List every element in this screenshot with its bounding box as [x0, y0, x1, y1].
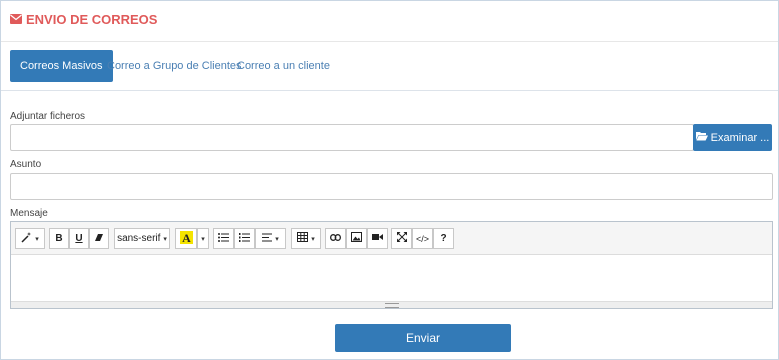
- align-left-icon: [262, 233, 273, 245]
- page-title: ENVIO DE CORREOS: [10, 12, 157, 27]
- table-button[interactable]: ▾: [291, 228, 321, 249]
- svg-text:A: A: [182, 231, 191, 244]
- table-icon: [297, 232, 309, 245]
- paragraph-align-button[interactable]: ▾: [255, 228, 286, 249]
- list-ol-icon: [239, 232, 250, 245]
- video-button[interactable]: [367, 228, 388, 249]
- browse-button-label: Examinar ...: [710, 131, 770, 144]
- folder-open-icon: [695, 131, 711, 144]
- editor-resize-bar[interactable]: [11, 301, 772, 308]
- text-color-button[interactable]: A: [175, 228, 197, 249]
- chevron-down-icon: ▾: [201, 235, 205, 243]
- font-family-label: sans-serif: [117, 233, 161, 244]
- subject-label: Asunto: [10, 159, 42, 170]
- image-button[interactable]: [346, 228, 367, 249]
- message-editor: ▾ B U sans-serif ▾ A ▾ ▾ ▾ </> ?: [10, 221, 773, 309]
- help-button[interactable]: ?: [433, 228, 454, 249]
- message-label: Mensaje: [10, 208, 48, 219]
- subject-field[interactable]: [10, 173, 773, 200]
- tab-bar: Correos Masivos Correo a Grupo de Client…: [1, 49, 778, 91]
- chevron-down-icon: ▾: [163, 235, 167, 243]
- resize-handle-icon: [385, 303, 399, 308]
- tab-correo-un-cliente[interactable]: Correo a un cliente: [237, 50, 330, 82]
- underline-button[interactable]: U: [69, 228, 89, 249]
- fullscreen-button[interactable]: [391, 228, 412, 249]
- code-view-button[interactable]: </>: [412, 228, 433, 249]
- font-family-dropdown[interactable]: sans-serif ▾: [114, 228, 170, 249]
- image-icon: [351, 232, 362, 245]
- page-title-text: ENVIO DE CORREOS: [26, 12, 158, 27]
- link-icon: [330, 233, 341, 244]
- link-button[interactable]: [325, 228, 346, 249]
- envelope-icon: [10, 12, 26, 27]
- panel-heading: ENVIO DE CORREOS: [1, 1, 778, 42]
- browse-button[interactable]: Examinar ...: [693, 124, 772, 151]
- clear-format-button[interactable]: [89, 228, 109, 249]
- font-color-icon: A: [179, 230, 193, 247]
- bold-button[interactable]: B: [49, 228, 69, 249]
- style-button[interactable]: ▾: [15, 228, 45, 249]
- unordered-list-button[interactable]: [213, 228, 234, 249]
- tab-correo-grupo-clientes[interactable]: Correo a Grupo de Clientes: [107, 50, 242, 82]
- list-ul-icon: [218, 232, 229, 245]
- text-color-dropdown[interactable]: ▾: [197, 228, 209, 249]
- editor-toolbar: ▾ B U sans-serif ▾ A ▾ ▾ ▾ </> ?: [11, 222, 772, 255]
- tab-correos-masivos[interactable]: Correos Masivos: [10, 50, 113, 82]
- eraser-icon: [94, 233, 104, 245]
- message-textarea[interactable]: [11, 255, 772, 302]
- attach-label: Adjuntar ficheros: [10, 111, 86, 122]
- mail-panel: ENVIO DE CORREOS Correos Masivos Correo …: [0, 0, 779, 360]
- video-icon: [372, 233, 383, 244]
- ordered-list-button[interactable]: [234, 228, 255, 249]
- chevron-down-icon: ▾: [275, 235, 279, 243]
- send-button[interactable]: Enviar: [335, 324, 511, 352]
- attach-field[interactable]: [10, 124, 694, 151]
- fullscreen-icon: [396, 232, 407, 245]
- magic-wand-icon: [21, 231, 32, 246]
- chevron-down-icon: ▾: [35, 235, 39, 243]
- chevron-down-icon: ▾: [311, 235, 315, 243]
